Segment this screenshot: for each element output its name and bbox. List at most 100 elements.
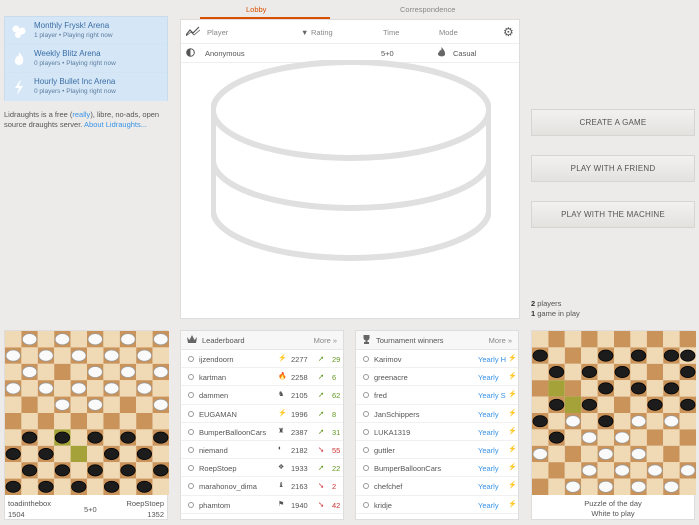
header-mode[interactable]: Mode — [439, 28, 458, 37]
winner-row[interactable]: LUKA1319 Yearly ⚡ — [356, 423, 518, 441]
tournament-label[interactable]: Yearly — [478, 501, 499, 510]
white-piece[interactable] — [663, 415, 680, 428]
white-piece[interactable] — [21, 366, 38, 378]
black-piece[interactable] — [21, 464, 38, 477]
winner-name[interactable]: JanSchippers — [374, 410, 419, 419]
black-piece[interactable] — [103, 448, 120, 460]
black-piece[interactable] — [21, 431, 38, 444]
black-piece[interactable] — [663, 349, 680, 362]
black-piece[interactable] — [38, 448, 54, 460]
black-piece[interactable] — [598, 415, 614, 428]
black-piece[interactable] — [532, 349, 548, 362]
player-name[interactable]: ijzendoorn — [199, 355, 234, 364]
player-name[interactable]: RoepStoep — [199, 464, 237, 473]
white-piece[interactable] — [38, 382, 54, 395]
tournament-label[interactable]: Yearly — [478, 410, 499, 419]
puzzle-of-the-day[interactable]: Puzzle of the day White to play — [531, 330, 696, 520]
white-piece[interactable] — [153, 333, 169, 346]
black-piece[interactable] — [54, 464, 71, 477]
tv-game[interactable]: toadinthebox 1504 5+0 RoepStoep 1352 — [4, 330, 169, 520]
tournament-label[interactable]: Yearly — [478, 373, 499, 382]
play-machine-button[interactable]: PLAY WITH THE MACHINE — [531, 201, 695, 228]
black-piece[interactable] — [87, 431, 103, 444]
black-piece[interactable] — [598, 349, 614, 362]
player-name[interactable]: niemand — [199, 446, 228, 455]
black-piece[interactable] — [153, 431, 169, 444]
white-piece[interactable] — [21, 333, 38, 346]
leaderboard-row[interactable]: dammen ♞ 2105 ➚ 62 — [181, 386, 343, 405]
white-piece[interactable] — [54, 333, 71, 346]
white-piece[interactable] — [120, 333, 136, 346]
player-name[interactable]: phamtom — [199, 501, 230, 510]
header-player[interactable]: Player — [207, 28, 228, 37]
black-piece[interactable] — [136, 480, 153, 493]
winner-name[interactable]: greenacre — [374, 373, 408, 382]
white-piece[interactable] — [614, 431, 630, 444]
tournament-label[interactable]: Yearly — [478, 446, 499, 455]
black-piece[interactable] — [614, 366, 630, 378]
white-player[interactable]: toadinthebox — [8, 499, 51, 508]
black-piece[interactable] — [153, 464, 169, 477]
white-piece[interactable] — [71, 382, 87, 395]
tournament-label[interactable]: Yearly — [478, 482, 499, 491]
white-piece[interactable] — [581, 464, 598, 477]
white-piece[interactable] — [614, 464, 630, 477]
tournament-label[interactable]: Yearly H — [478, 355, 506, 364]
black-piece[interactable] — [103, 480, 120, 493]
winner-row[interactable]: Karimov Yearly H ⚡ — [356, 350, 518, 369]
leaderboard-row[interactable]: marahonov_dima ♝ 2163 ➘ 2 — [181, 477, 343, 496]
leaderboard-row[interactable]: ijzendoorn ⚡ 2277 ➚ 29 — [181, 350, 343, 369]
leaderboard-row[interactable]: niemand ◐ 2182 ➘ 55 — [181, 441, 343, 460]
black-piece[interactable] — [581, 366, 598, 378]
black-piece[interactable] — [54, 431, 71, 444]
tournament-label[interactable]: Yearly — [478, 464, 499, 473]
tv-board[interactable] — [5, 331, 169, 495]
white-piece[interactable] — [630, 448, 647, 460]
black-piece[interactable] — [87, 464, 103, 477]
black-piece[interactable] — [548, 398, 565, 411]
black-piece[interactable] — [5, 448, 21, 460]
winner-row[interactable]: kridje Yearly ⚡ — [356, 496, 518, 514]
black-piece[interactable] — [5, 480, 21, 493]
tournament-item[interactable]: Hourly Bullet Inc Arena 0 players • Playi… — [5, 73, 167, 101]
leaderboard-row[interactable]: EUGAMAN ⚡ 1996 ➚ 8 — [181, 405, 343, 423]
black-piece[interactable] — [647, 398, 663, 411]
white-piece[interactable] — [120, 366, 136, 378]
black-piece[interactable] — [548, 431, 565, 444]
leaderboard-row[interactable]: kartman 🔥 2258 ➚ 6 — [181, 368, 343, 387]
white-piece[interactable] — [647, 464, 663, 477]
leaderboard-row[interactable]: RoepStoep ❖ 1933 ➚ 22 — [181, 459, 343, 478]
about-link[interactable]: About Lidraughts... — [84, 120, 147, 129]
tournament-item[interactable]: Monthly Frysk! Arena 1 player • Playing r… — [5, 17, 167, 45]
white-piece[interactable] — [54, 398, 71, 411]
leaderboard-more-link[interactable]: More » — [314, 336, 337, 345]
white-piece[interactable] — [565, 415, 581, 428]
white-piece[interactable] — [581, 431, 598, 444]
winner-row[interactable]: guttler Yearly ⚡ — [356, 441, 518, 460]
winner-row[interactable]: chefchef Yearly ⚡ — [356, 477, 518, 496]
winner-name[interactable]: BumperBalloonCars — [374, 464, 441, 473]
player-name[interactable]: BumperBalloonCars — [199, 428, 266, 437]
player-name[interactable]: marahonov_dima — [199, 482, 257, 491]
black-piece[interactable] — [120, 464, 136, 477]
black-piece[interactable] — [548, 366, 565, 378]
white-piece[interactable] — [532, 448, 548, 460]
winner-name[interactable]: chefchef — [374, 482, 402, 491]
black-piece[interactable] — [71, 480, 87, 493]
black-player[interactable]: RoepStoep — [126, 499, 164, 508]
white-piece[interactable] — [630, 480, 647, 493]
winner-name[interactable]: LUKA1319 — [374, 428, 410, 437]
white-piece[interactable] — [5, 382, 21, 395]
white-piece[interactable] — [663, 480, 680, 493]
header-time[interactable]: Time — [383, 28, 399, 37]
white-piece[interactable] — [103, 382, 120, 395]
white-piece[interactable] — [71, 349, 87, 362]
black-piece[interactable] — [532, 415, 548, 428]
white-piece[interactable] — [103, 349, 120, 362]
winner-row[interactable]: greenacre Yearly ⚡ — [356, 368, 518, 387]
white-piece[interactable] — [87, 333, 103, 346]
black-piece[interactable] — [663, 382, 680, 395]
black-piece[interactable] — [630, 382, 647, 395]
black-piece[interactable] — [630, 349, 647, 362]
tournament-item[interactable]: Weekly Blitz Arena 0 players • Playing ri… — [5, 45, 167, 73]
